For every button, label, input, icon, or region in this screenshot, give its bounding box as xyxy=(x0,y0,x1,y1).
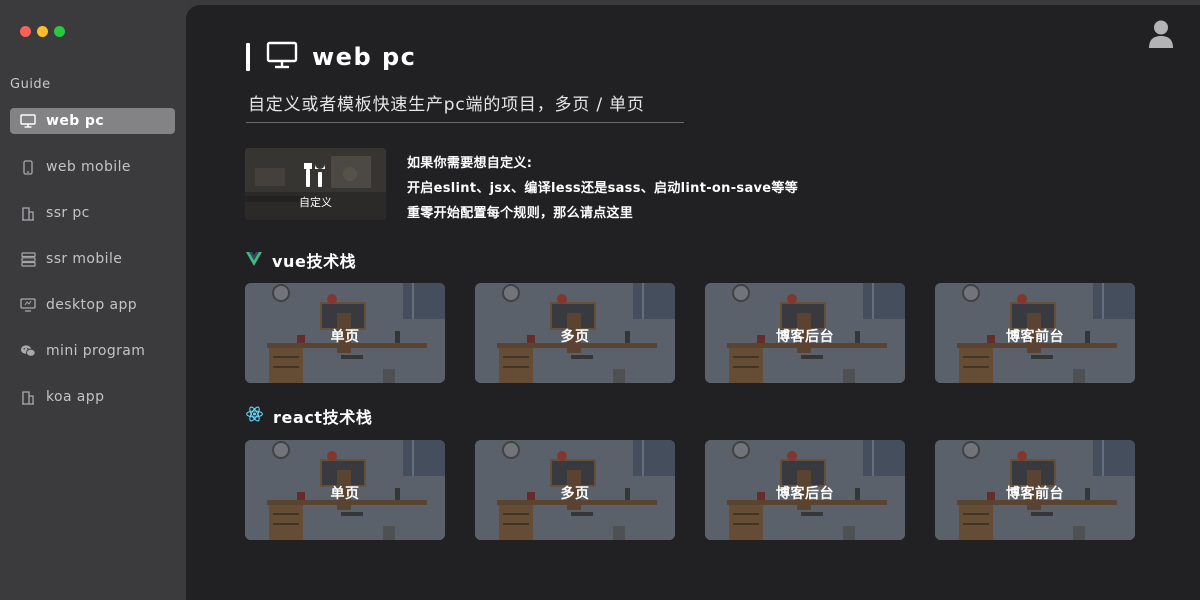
close-window-button[interactable] xyxy=(20,26,31,37)
maximize-window-button[interactable] xyxy=(54,26,65,37)
sidebar-item-label: web mobile xyxy=(46,159,131,175)
sidebar-item-label: koa app xyxy=(46,389,105,405)
sidebar-item-label: ssr pc xyxy=(46,205,90,221)
sidebar-item-label: desktop app xyxy=(46,297,138,313)
sidebar-item-koa-app[interactable]: koa app xyxy=(10,384,175,410)
window-controls xyxy=(20,26,65,37)
template-card[interactable]: 博客前台 xyxy=(935,440,1135,540)
server-icon xyxy=(20,251,36,267)
building-icon xyxy=(20,205,36,221)
custom-card-label: 自定义 xyxy=(299,196,332,209)
vue-template-list: 单页 多页 博客后台 博客前台 xyxy=(245,283,1135,383)
custom-text-line: 如果你需要想自定义: xyxy=(407,156,533,171)
sidebar-item-ssr-pc[interactable]: ssr pc xyxy=(10,200,175,226)
custom-config-description: 如果你需要想自定义: 开启eslint、jsx、编译less还是sass、启动l… xyxy=(407,151,798,226)
template-card[interactable]: 博客前台 xyxy=(935,283,1135,383)
sidebar: Guide web pc web mobile ssr pc ssr mobil… xyxy=(0,0,186,600)
custom-config-card[interactable]: 自定义 xyxy=(245,148,386,220)
template-card[interactable]: 博客后台 xyxy=(705,283,905,383)
monitor-icon xyxy=(20,113,36,129)
react-icon xyxy=(246,406,263,426)
page-header: web pc xyxy=(246,41,416,73)
sidebar-item-web-pc[interactable]: web pc xyxy=(10,108,175,134)
template-card-label: 多页 xyxy=(560,329,590,345)
divider xyxy=(246,122,684,123)
template-card[interactable]: 多页 xyxy=(475,440,675,540)
stack-title: vue技术栈 xyxy=(272,252,357,271)
sidebar-item-ssr-mobile[interactable]: ssr mobile xyxy=(10,246,175,272)
page-subtitle: 自定义或者模板快速生产pc端的项目，多页 / 单页 xyxy=(248,95,645,115)
template-card-label: 单页 xyxy=(330,486,360,502)
template-card-label: 博客前台 xyxy=(1006,329,1064,345)
react-stack-heading: react技术栈 xyxy=(246,404,372,428)
template-card[interactable]: 博客后台 xyxy=(705,440,905,540)
title-accent-bar xyxy=(246,43,250,71)
custom-text-line: 开启eslint、jsx、编译less还是sass、启动lint-on-save… xyxy=(407,181,799,196)
template-card-label: 博客前台 xyxy=(1006,486,1064,502)
template-card-label: 多页 xyxy=(560,486,590,502)
building-icon xyxy=(20,389,36,405)
custom-text-line: 重零开始配置每个规则，那么请点这里 xyxy=(407,206,634,221)
minimize-window-button[interactable] xyxy=(37,26,48,37)
tools-icon xyxy=(303,162,327,192)
template-card-label: 博客后台 xyxy=(776,486,834,502)
sidebar-section-label: Guide xyxy=(10,77,51,92)
sidebar-item-label: ssr mobile xyxy=(46,251,123,267)
monitor-icon xyxy=(266,41,298,73)
template-card-label: 单页 xyxy=(330,329,360,345)
template-card-label: 博客后台 xyxy=(776,329,834,345)
stack-title: react技术栈 xyxy=(273,408,373,427)
template-card[interactable]: 单页 xyxy=(245,440,445,540)
sidebar-item-desktop-app[interactable]: desktop app xyxy=(10,292,175,318)
vue-icon xyxy=(246,251,262,270)
page-title: web pc xyxy=(312,43,417,71)
sidebar-item-label: web pc xyxy=(46,113,105,129)
template-card[interactable]: 单页 xyxy=(245,283,445,383)
mobile-icon xyxy=(20,159,36,175)
vue-stack-heading: vue技术栈 xyxy=(246,248,356,272)
sidebar-item-label: mini program xyxy=(46,343,146,359)
sidebar-item-mini-program[interactable]: mini program xyxy=(10,338,175,364)
user-icon[interactable] xyxy=(1148,19,1174,49)
wechat-icon xyxy=(20,343,36,359)
sidebar-nav: web pc web mobile ssr pc ssr mobile desk… xyxy=(10,108,175,430)
desktop-icon xyxy=(20,297,36,313)
sidebar-item-web-mobile[interactable]: web mobile xyxy=(10,154,175,180)
main-panel: web pc 自定义或者模板快速生产pc端的项目，多页 / 单页 自定义 如果你… xyxy=(186,5,1200,600)
react-template-list: 单页 多页 博客后台 博客前台 xyxy=(245,440,1135,540)
template-card[interactable]: 多页 xyxy=(475,283,675,383)
